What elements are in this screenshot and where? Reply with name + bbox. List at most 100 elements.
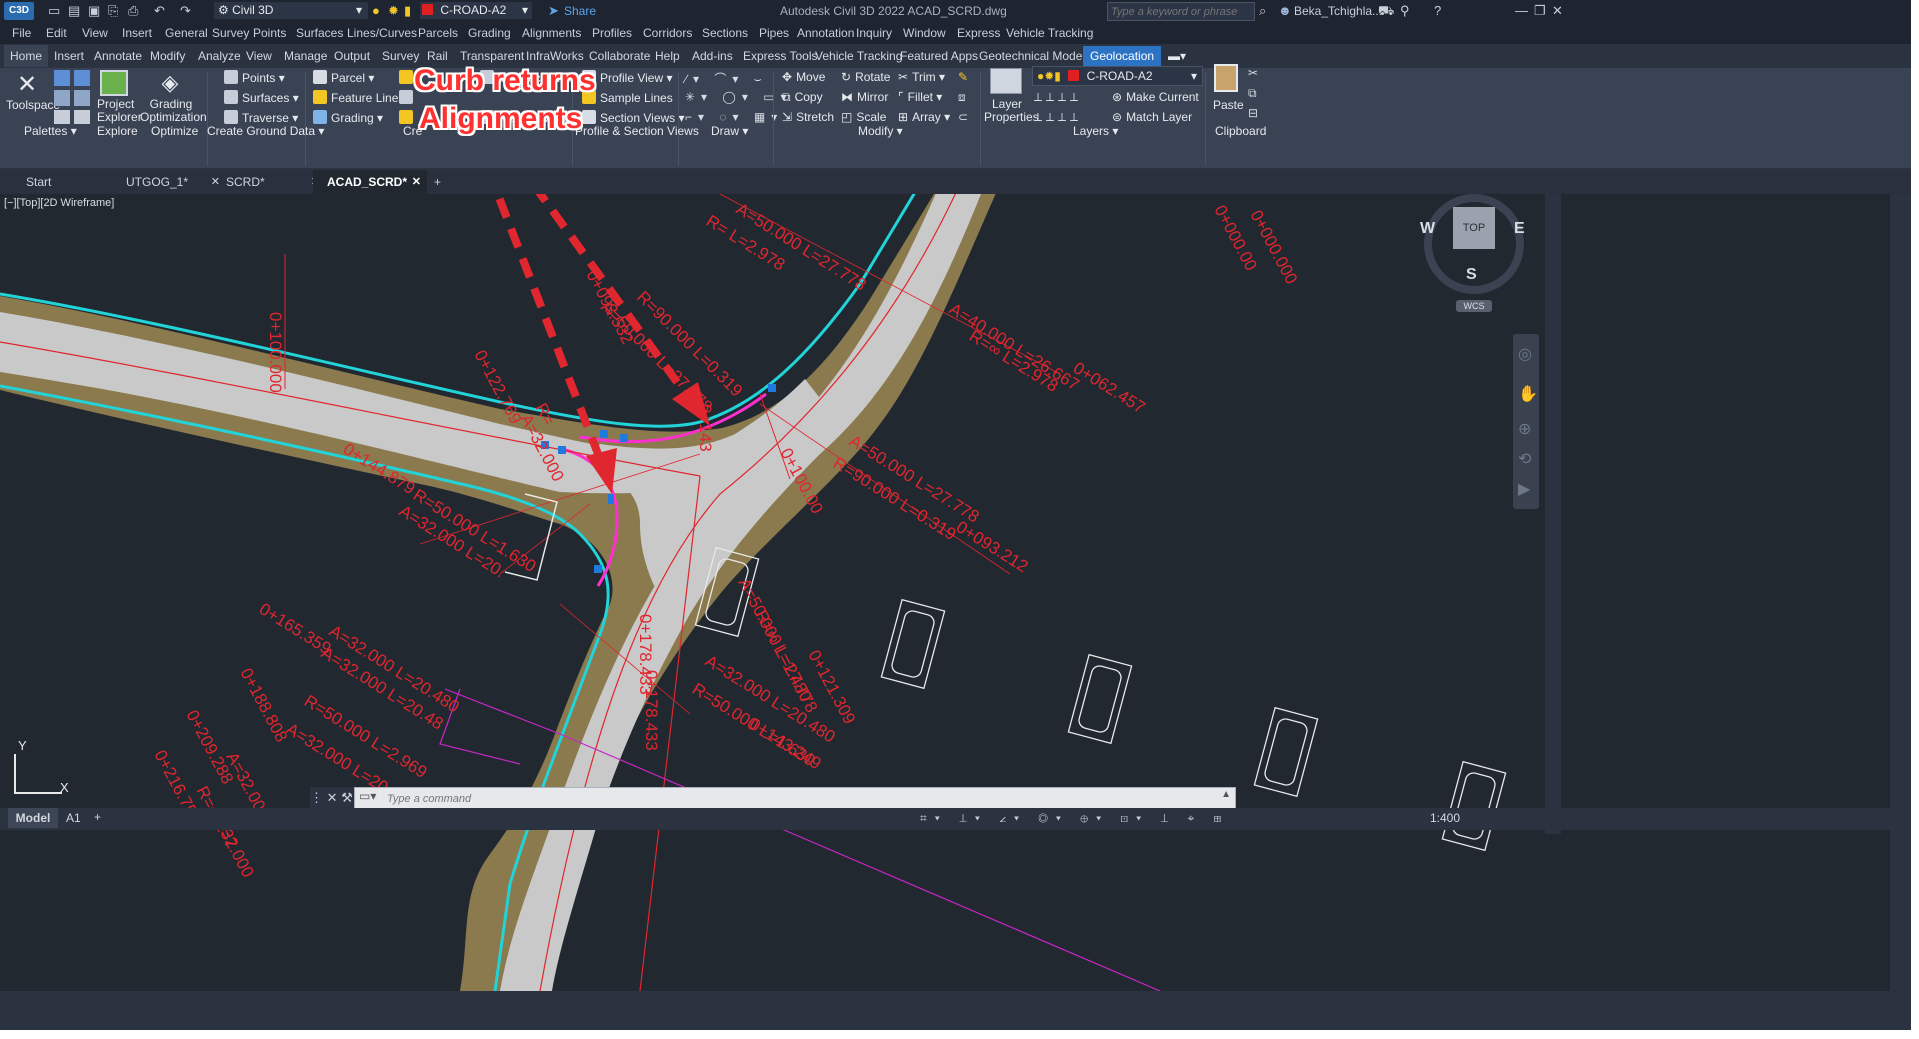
tab-survey[interactable]: Survey — [382, 49, 419, 63]
menu-edit[interactable]: Edit — [46, 26, 67, 40]
menu-points[interactable]: Points — [253, 26, 286, 40]
tab-manage[interactable]: Manage — [284, 49, 327, 63]
copy-clip-icon[interactable]: ⧉ — [1248, 86, 1257, 101]
tab-view[interactable]: View — [246, 49, 272, 63]
draw-circle-tools[interactable]: ✳▾ ◯▾ ▭▾ — [685, 90, 793, 104]
draw-hatch-tools[interactable]: ⌐▾ ◌▾ ▦▾ — [685, 110, 783, 124]
compass-south[interactable]: S — [1466, 266, 1477, 284]
undo-icon[interactable]: ↶ — [154, 3, 165, 19]
menu-inquiry[interactable]: Inquiry — [856, 26, 892, 40]
panel-create-ground-data[interactable]: Create Ground Data ▾ — [207, 124, 324, 138]
grip[interactable] — [768, 384, 776, 392]
grip[interactable] — [608, 494, 614, 504]
layer-properties-button[interactable]: Layer Properties — [984, 98, 1039, 124]
tab-transparent[interactable]: Transparent — [460, 49, 524, 63]
corridor-button[interactable] — [399, 110, 417, 125]
layout-tab-a1[interactable]: A1 — [66, 811, 81, 825]
doc-tab[interactable]: SCRD*✕ — [212, 170, 326, 194]
doc-tab[interactable]: UTGOG_1* ✕ — [112, 170, 226, 194]
menu-sections[interactable]: Sections — [702, 26, 748, 40]
viewcube-top[interactable]: TOP — [1453, 207, 1495, 249]
toolspace-button[interactable]: Toolspace — [6, 98, 60, 112]
layer-tools-row1[interactable]: ⟂⟂⟂⟂ — [1034, 90, 1082, 105]
status-toggles[interactable]: ⌗▾ ⟂▾ ∠▾ ◎▾ ⊕▾ ⊡▾ ⟂ ⌖ ⊞ — [920, 811, 1229, 826]
menu-profiles[interactable]: Profiles — [592, 26, 632, 40]
tab-output[interactable]: Output — [334, 49, 370, 63]
sun-icon[interactable]: ✹ — [388, 3, 399, 19]
grip[interactable] — [558, 446, 566, 454]
drag-handle-icon[interactable]: ⋮ — [310, 790, 323, 805]
menu-general[interactable]: General — [165, 26, 208, 40]
tab-modify[interactable]: Modify — [150, 49, 185, 63]
share-button[interactable]: Share — [564, 4, 596, 18]
grading-optimization-icon[interactable]: ◈ — [157, 70, 183, 95]
grip[interactable] — [620, 434, 628, 442]
paste-icon[interactable] — [1214, 64, 1238, 92]
drawing-viewport[interactable]: [−][Top][2D Wireframe] A=50.000 L=27.778… — [0, 194, 1890, 991]
erase-icon[interactable]: ✎ — [958, 70, 971, 84]
toolspace-icon[interactable]: ✕ — [10, 70, 44, 98]
section-views-button[interactable]: Section Views ▾ — [582, 110, 685, 125]
tab-insert[interactable]: Insert — [54, 49, 84, 63]
points-button[interactable]: Points ▾ — [224, 70, 285, 85]
user-name[interactable]: Beka_Tchighla... — [1294, 4, 1382, 18]
menu-survey[interactable]: Survey — [212, 26, 249, 40]
new-file-icon[interactable]: ▭ — [48, 3, 60, 19]
command-recent-icon[interactable]: ▭▾ — [359, 789, 376, 803]
tab-featured-apps[interactable]: Featured Apps — [900, 49, 978, 63]
restore-icon[interactable]: ❐ — [1534, 3, 1546, 19]
chevron-up-icon[interactable]: ▲ — [1221, 789, 1231, 800]
ribbon-options-icon[interactable]: ▬▾ — [1168, 49, 1186, 63]
scale-button[interactable]: ◰ Scale — [841, 110, 886, 124]
menu-view[interactable]: View — [82, 26, 108, 40]
copy-button[interactable]: ⧉ Copy — [782, 90, 823, 105]
workspace-dropdown[interactable]: ⚙ Civil 3D ▾ — [214, 2, 368, 19]
wcs-menu[interactable]: WCS — [1456, 300, 1492, 312]
search-box[interactable] — [1107, 2, 1255, 21]
fillet-button[interactable]: ⌜ Fillet ▾ — [898, 90, 942, 104]
tab-analyze[interactable]: Analyze — [198, 49, 241, 63]
command-line[interactable]: ▭▾ ▲ — [354, 787, 1236, 809]
open-file-icon[interactable]: ▤ — [68, 3, 80, 19]
menu-surfaces[interactable]: Surfaces — [296, 26, 343, 40]
zoom-icon[interactable]: ⊕ — [1518, 419, 1531, 439]
layer-dropdown[interactable]: C-ROAD-A2 ▾ — [420, 2, 532, 19]
add-layout-icon[interactable]: + — [94, 810, 101, 824]
match-layer-button[interactable]: ⊜ Match Layer — [1112, 110, 1192, 124]
traverse-button[interactable]: Traverse ▾ — [224, 110, 298, 125]
menu-window[interactable]: Window — [903, 26, 946, 40]
menu-express[interactable]: Express — [957, 26, 1000, 40]
minimize-icon[interactable]: — — [1515, 3, 1528, 18]
parcel-button[interactable]: Parcel ▾ — [313, 70, 374, 85]
doc-tab[interactable]: ACAD_SCRD* ✕ — [313, 170, 427, 194]
customize-icon[interactable]: ⚒ — [341, 790, 353, 805]
surfaces-button[interactable]: Surfaces ▾ — [224, 90, 299, 105]
showmotion-icon[interactable]: ▶ — [1518, 479, 1530, 499]
model-tab[interactable]: Model — [8, 808, 58, 828]
redo-icon[interactable]: ↷ — [180, 3, 191, 19]
search-input[interactable] — [1108, 3, 1253, 20]
palette-icons[interactable] — [54, 70, 92, 124]
compass-west[interactable]: W — [1420, 220, 1435, 238]
menu-grading[interactable]: Grading — [468, 26, 511, 40]
tab-collaborate[interactable]: Collaborate — [589, 49, 650, 63]
tab-infraworks[interactable]: InfraWorks — [526, 49, 584, 63]
share-icon[interactable]: ➤ — [548, 3, 559, 19]
trim-button[interactable]: ✂ Trim ▾ — [898, 70, 945, 84]
menu-lines-curves[interactable]: Lines/Curves — [347, 26, 417, 40]
draw-line-tools[interactable]: ∕▾ ⌒▾ ⌣ — [685, 70, 768, 87]
menu-annotation[interactable]: Annotation — [797, 26, 854, 40]
feature-line-button[interactable]: Feature Line ▾ — [313, 90, 408, 105]
make-current-button[interactable]: ⊛ Make Current — [1112, 90, 1199, 104]
save-icon[interactable]: ▣ — [88, 3, 100, 19]
close-icon[interactable]: ✕ — [1552, 3, 1563, 19]
command-input[interactable] — [385, 790, 1209, 807]
help-icon[interactable]: ? — [1434, 3, 1441, 18]
project-explorer-icon[interactable] — [100, 70, 128, 96]
menu-insert[interactable]: Insert — [122, 26, 152, 40]
compass-east[interactable]: E — [1514, 220, 1525, 238]
menu-alignments[interactable]: Alignments — [522, 26, 581, 40]
panel-modify[interactable]: Modify ▾ — [858, 124, 903, 138]
annotation-scale[interactable]: 1:400 — [1430, 811, 1460, 825]
menu-file[interactable]: File — [12, 26, 31, 40]
